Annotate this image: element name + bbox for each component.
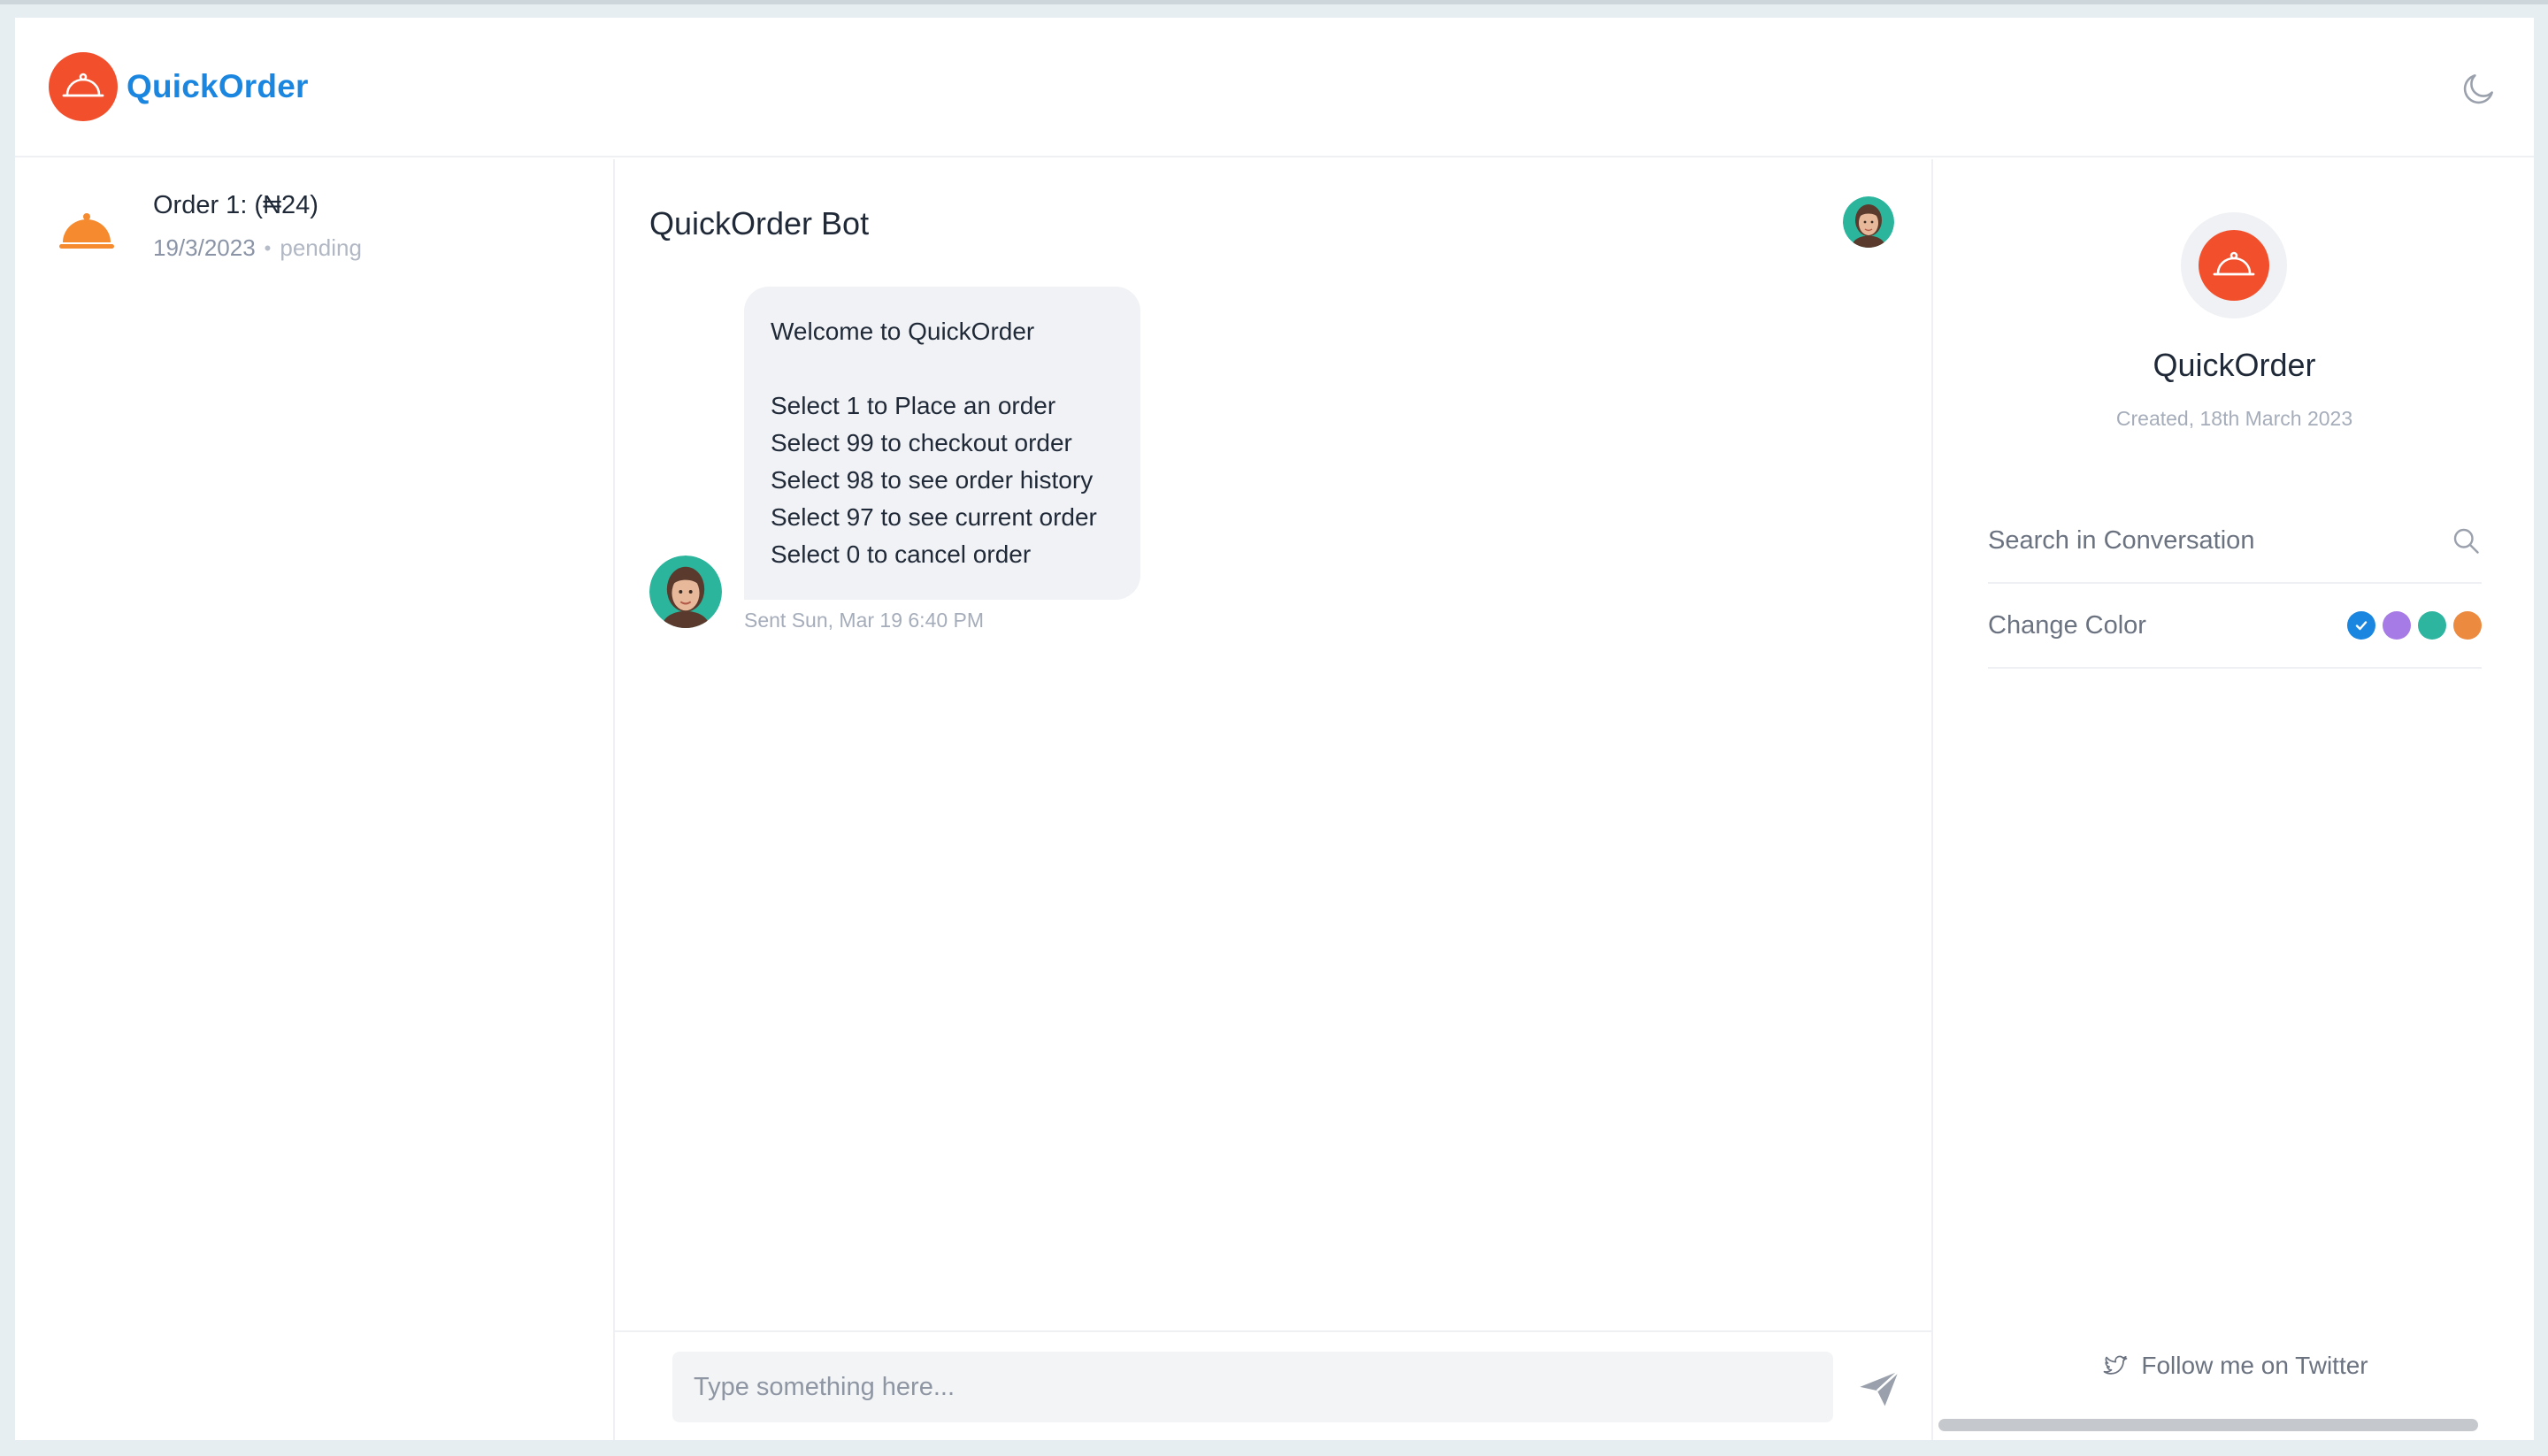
message-line: Select 0 to cancel order (771, 540, 1032, 568)
profile-name: QuickOrder (2153, 347, 2316, 383)
orders-sidebar: Order 1: (₦24) 19/3/2023 • pending (15, 159, 615, 1440)
order-list-item[interactable]: Order 1: (₦24) 19/3/2023 • pending (15, 186, 613, 274)
search-conversation-row[interactable]: Search in Conversation (1988, 499, 2482, 584)
scrollbar-thumb[interactable] (1938, 1419, 2478, 1431)
message-line: Select 98 to see order history (771, 466, 1094, 494)
change-color-row: Change Color (1988, 584, 2482, 669)
message-timestamp: Sent Sun, Mar 19 6:40 PM (744, 609, 985, 632)
order-meta: 19/3/2023 • pending (153, 234, 362, 262)
message-line: Select 97 to see current order (771, 503, 1097, 531)
message-input[interactable] (672, 1352, 1833, 1422)
app-window: QuickOrder Order 1: (₦24) 19/3/2023 • pe… (15, 18, 2534, 1440)
profile-sidebar: QuickOrder Created, 18th March 2023 Sear… (1931, 159, 2534, 1440)
color-swatches (2347, 611, 2482, 640)
moon-icon[interactable] (2460, 69, 2498, 108)
bot-message-bubble: Welcome to QuickOrder Select 1 to Place … (744, 287, 1140, 600)
check-icon (2355, 621, 2368, 631)
change-color-label: Change Color (1988, 610, 2146, 640)
message-line: Select 99 to checkout order (771, 429, 1072, 456)
food-cloche-icon (58, 209, 116, 253)
chat-title: QuickOrder Bot (649, 205, 870, 241)
window-top-strip (0, 0, 2548, 4)
color-swatch-purple[interactable] (2383, 611, 2411, 640)
twitter-label: Follow me on Twitter (2141, 1352, 2368, 1379)
twitter-link[interactable]: Follow me on Twitter (1933, 1352, 2534, 1380)
chat-panel: QuickOrder Bot Welcome to QuickOrder Sel… (615, 159, 1931, 1440)
brand-name: QuickOrder (127, 68, 309, 104)
horizontal-scrollbar[interactable] (1938, 1419, 2526, 1431)
search-label: Search in Conversation (1988, 525, 2255, 555)
color-swatch-blue[interactable] (2347, 611, 2375, 640)
color-swatch-orange[interactable] (2453, 611, 2482, 640)
bot-avatar (649, 556, 722, 628)
order-title: Order 1: (₦24) (153, 191, 318, 219)
app-header: QuickOrder (15, 18, 2534, 157)
message-line: Welcome to QuickOrder (771, 318, 1035, 345)
send-icon[interactable] (1856, 1366, 1902, 1412)
profile-avatar (2181, 212, 2287, 318)
message-composer (615, 1330, 1931, 1440)
color-swatch-teal[interactable] (2418, 611, 2446, 640)
order-status: pending (280, 234, 362, 261)
twitter-icon (2104, 1355, 2128, 1375)
order-date: 19/3/2023 (153, 234, 256, 261)
logo-icon (49, 52, 118, 121)
bot-avatar-header[interactable] (1843, 196, 1894, 248)
search-icon[interactable] (2450, 525, 2482, 556)
meta-separator: • (264, 236, 272, 259)
logo-icon (2199, 230, 2269, 301)
message-line: Select 1 to Place an order (771, 392, 1056, 419)
profile-created-date: Created, 18th March 2023 (2115, 407, 2353, 430)
brand[interactable]: QuickOrder (49, 52, 309, 121)
